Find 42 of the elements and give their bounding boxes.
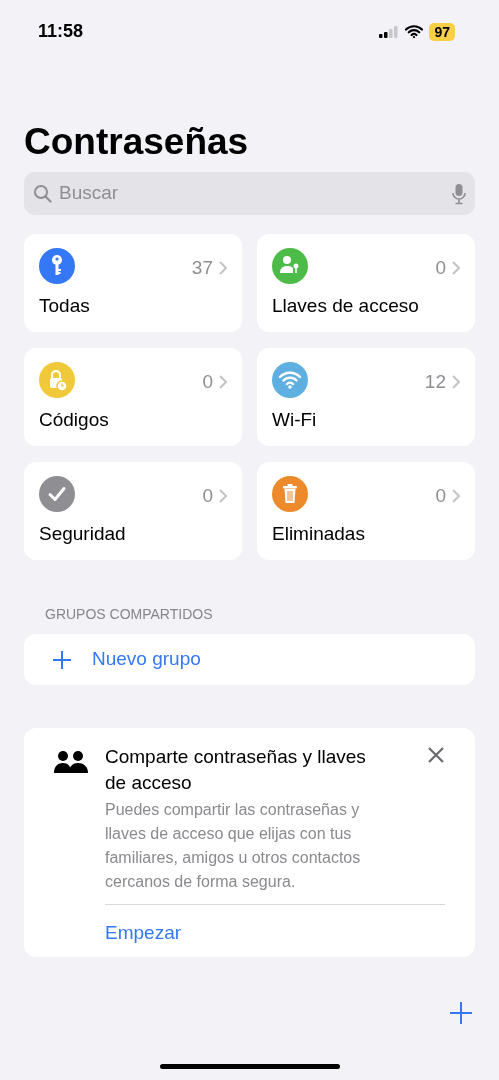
people-icon <box>54 750 88 774</box>
share-card-description: Puedes compartir las contraseñas y llaves de acceso que elijas con tus familiares, amigos u otros contactos cercanos de forma segura. <box>105 800 362 892</box>
status-time: 11:58 <box>38 20 84 43</box>
category-card[interactable]: 0 Llaves de acceso <box>257 234 475 332</box>
category-count: 0 <box>202 484 213 508</box>
add-icon[interactable] <box>450 1002 472 1024</box>
plus-icon <box>52 649 72 670</box>
category-card[interactable]: 0 Seguridad <box>24 462 242 560</box>
chevron-icon <box>219 489 227 504</box>
search-field[interactable]: Buscar <box>59 179 446 208</box>
category-count: 12 <box>424 370 446 394</box>
category-card[interactable]: 37 Todas <box>24 234 242 332</box>
chevron-icon <box>452 489 460 504</box>
category-label: Seguridad <box>39 522 127 546</box>
category-card[interactable]: 0 Códigos <box>24 348 242 446</box>
close-icon[interactable] <box>427 746 445 764</box>
wifi-icon <box>405 25 424 38</box>
category-count: 37 <box>191 256 213 280</box>
battery-icon: 97 <box>429 22 455 41</box>
category-count: 0 <box>202 370 213 394</box>
chevron-icon <box>452 375 460 390</box>
chevron-icon <box>219 261 227 276</box>
new-group-button[interactable]: Nuevo grupo <box>24 634 475 685</box>
category-label: Wi-Fi <box>272 408 318 432</box>
microphone-icon[interactable] <box>452 182 466 205</box>
category-label: Códigos <box>39 408 110 432</box>
category-card[interactable]: 0 Eliminadas <box>257 462 475 560</box>
category-label: Llaves de acceso <box>272 294 420 318</box>
search-icon <box>33 183 53 204</box>
chevron-icon <box>219 375 227 390</box>
category-card[interactable]: 12 Wi-Fi <box>257 348 475 446</box>
category-label: Todas <box>39 294 91 318</box>
signal-icon <box>379 25 400 38</box>
search-bar[interactable]: Buscar <box>24 172 475 215</box>
page-title: Contraseñas <box>24 120 250 164</box>
chevron-icon <box>452 261 460 276</box>
category-count: 0 <box>435 484 446 508</box>
category-count: 0 <box>435 256 446 280</box>
category-label: Eliminadas <box>272 522 366 546</box>
start-link[interactable]: Empezar <box>105 922 182 943</box>
share-card-title: Comparte contraseñas y llaves de acceso <box>105 745 367 795</box>
section-header: GRUPOS COMPARTIDOS <box>45 606 213 622</box>
